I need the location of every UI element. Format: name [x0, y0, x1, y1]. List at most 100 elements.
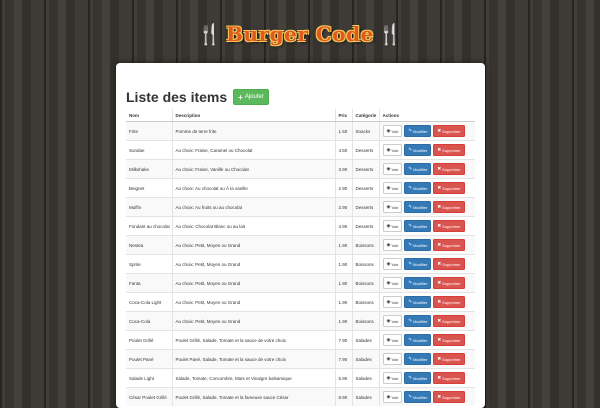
edit-button[interactable]: ✎ Modifier — [404, 334, 432, 346]
edit-button[interactable]: ✎ Modifier — [404, 315, 432, 327]
table-row: Sprite Au choix: Petit, Moyen ou Grand 1.9… — [126, 254, 475, 274]
eye-icon: ◉ — [386, 375, 391, 381]
page-title: Liste des items — [126, 89, 228, 105]
edit-button[interactable]: ✎ Modifier — [404, 125, 432, 137]
delete-label: Supprimer — [442, 394, 461, 400]
view-label: Voir — [391, 261, 399, 267]
item-category: Desserts — [351, 178, 379, 198]
item-category: Salades — [351, 349, 379, 369]
item-category: Salades — [351, 330, 379, 350]
delete-label: Supprimer — [442, 375, 461, 381]
delete-button[interactable]: ✖ Supprimer — [433, 372, 465, 384]
item-description: Au choix: Petit, Moyen ou Grand — [171, 311, 335, 331]
edit-label: Modifier — [413, 147, 428, 153]
view-button[interactable]: ◉ Voir — [382, 125, 403, 137]
delete-button[interactable]: ✖ Supprimer — [433, 125, 465, 137]
eye-icon: ◉ — [386, 318, 391, 324]
edit-button[interactable]: ✎ Modifier — [404, 372, 432, 384]
table-header-row: Nom Description Prix Catégorie Actions — [126, 109, 475, 122]
view-button[interactable]: ◉ Voir — [382, 258, 403, 270]
action-group: ◉ Voir ✎ Modifier ✖ Supprimer — [382, 334, 473, 346]
view-button[interactable]: ◉ Voir — [382, 391, 403, 403]
delete-button[interactable]: ✖ Supprimer — [433, 201, 465, 213]
edit-button[interactable]: ✎ Modifier — [404, 201, 432, 213]
action-group: ◉ Voir ✎ Modifier ✖ Supprimer — [382, 220, 473, 232]
add-button[interactable]: + Ajouter — [233, 89, 269, 105]
delete-button[interactable]: ✖ Supprimer — [433, 220, 465, 232]
panel-heading: Liste des items + Ajouter — [126, 89, 269, 105]
delete-button[interactable]: ✖ Supprimer — [433, 182, 465, 194]
view-button[interactable]: ◉ Voir — [382, 201, 403, 213]
eye-icon: ◉ — [386, 147, 391, 153]
table-row: Nestea Au choix: Petit, Moyen ou Grand 1.9… — [126, 235, 475, 255]
item-name: Fanta — [126, 273, 172, 293]
items-panel: Liste des items + Ajouter Nom Descriptio… — [116, 63, 485, 408]
delete-button[interactable]: ✖ Supprimer — [433, 315, 465, 327]
delete-button[interactable]: ✖ Supprimer — [433, 391, 465, 403]
view-button[interactable]: ◉ Voir — [382, 334, 403, 346]
view-label: Voir — [391, 185, 399, 191]
edit-label: Modifier — [413, 356, 428, 362]
item-actions: ◉ Voir ✎ Modifier ✖ Supprimer — [378, 330, 475, 350]
view-button[interactable]: ◉ Voir — [382, 182, 403, 194]
column-header: Actions — [378, 109, 475, 122]
view-button[interactable]: ◉ Voir — [382, 372, 403, 384]
table-row: Salade Light Salade, Tomate, Concombre, M… — [126, 368, 475, 388]
delete-button[interactable]: ✖ Supprimer — [433, 334, 465, 346]
item-name: Nestea — [126, 235, 172, 255]
edit-button[interactable]: ✎ Modifier — [404, 144, 432, 156]
times-icon: ✖ — [437, 185, 442, 191]
view-button[interactable]: ◉ Voir — [382, 353, 403, 365]
edit-button[interactable]: ✎ Modifier — [404, 258, 432, 270]
eye-icon: ◉ — [386, 280, 391, 286]
table-row: Coca-Cola Light Au choix: Petit, Moyen ou… — [126, 292, 475, 312]
view-button[interactable]: ◉ Voir — [382, 239, 403, 251]
delete-button[interactable]: ✖ Supprimer — [433, 163, 465, 175]
edit-button[interactable]: ✎ Modifier — [404, 277, 432, 289]
item-category: Boissons — [351, 273, 379, 293]
times-icon: ✖ — [437, 375, 442, 381]
action-group: ◉ Voir ✎ Modifier ✖ Supprimer — [382, 144, 473, 156]
pencil-icon: ✎ — [408, 128, 413, 134]
times-icon: ✖ — [437, 261, 442, 267]
item-name: Poulet Pané — [126, 349, 172, 369]
item-name: Salade Light — [126, 368, 172, 388]
edit-button[interactable]: ✎ Modifier — [404, 163, 432, 175]
delete-button[interactable]: ✖ Supprimer — [433, 277, 465, 289]
delete-button[interactable]: ✖ Supprimer — [433, 258, 465, 270]
column-header: Catégorie — [351, 109, 379, 122]
edit-button[interactable]: ✎ Modifier — [404, 220, 432, 232]
pencil-icon: ✎ — [408, 242, 413, 248]
times-icon: ✖ — [437, 394, 442, 400]
item-description: Au choix: Petit, Moyen ou Grand — [171, 273, 335, 293]
delete-label: Supprimer — [442, 280, 461, 286]
edit-button[interactable]: ✎ Modifier — [404, 182, 432, 194]
view-button[interactable]: ◉ Voir — [382, 296, 403, 308]
table-row: Fanta Au choix: Petit, Moyen ou Grand 1.90… — [126, 273, 475, 293]
edit-button[interactable]: ✎ Modifier — [404, 296, 432, 308]
item-price: 1.90 — [334, 254, 352, 274]
view-button[interactable]: ◉ Voir — [382, 277, 403, 289]
edit-button[interactable]: ✎ Modifier — [404, 391, 432, 403]
view-button[interactable]: ◉ Voir — [382, 220, 403, 232]
times-icon: ✖ — [437, 166, 442, 172]
delete-button[interactable]: ✖ Supprimer — [433, 144, 465, 156]
item-price: 8.90 — [334, 387, 352, 406]
times-icon: ✖ — [437, 242, 442, 248]
item-actions: ◉ Voir ✎ Modifier ✖ Supprimer — [378, 311, 475, 331]
view-button[interactable]: ◉ Voir — [382, 163, 403, 175]
item-description: Poulet Grillé, Salade, Tomate et la fame… — [171, 387, 335, 406]
view-label: Voir — [391, 147, 399, 153]
item-description: Au choix: Chocolat Blanc ou au lait — [171, 216, 335, 236]
item-actions: ◉ Voir ✎ Modifier ✖ Supprimer — [378, 159, 475, 179]
delete-label: Supprimer — [442, 204, 461, 210]
view-button[interactable]: ◉ Voir — [382, 144, 403, 156]
delete-button[interactable]: ✖ Supprimer — [433, 239, 465, 251]
delete-button[interactable]: ✖ Supprimer — [433, 353, 465, 365]
item-category: Salades — [351, 368, 379, 388]
view-button[interactable]: ◉ Voir — [382, 315, 403, 327]
edit-button[interactable]: ✎ Modifier — [404, 353, 432, 365]
delete-button[interactable]: ✖ Supprimer — [433, 296, 465, 308]
edit-button[interactable]: ✎ Modifier — [404, 239, 432, 251]
item-name: Coca-Cola — [126, 311, 172, 331]
